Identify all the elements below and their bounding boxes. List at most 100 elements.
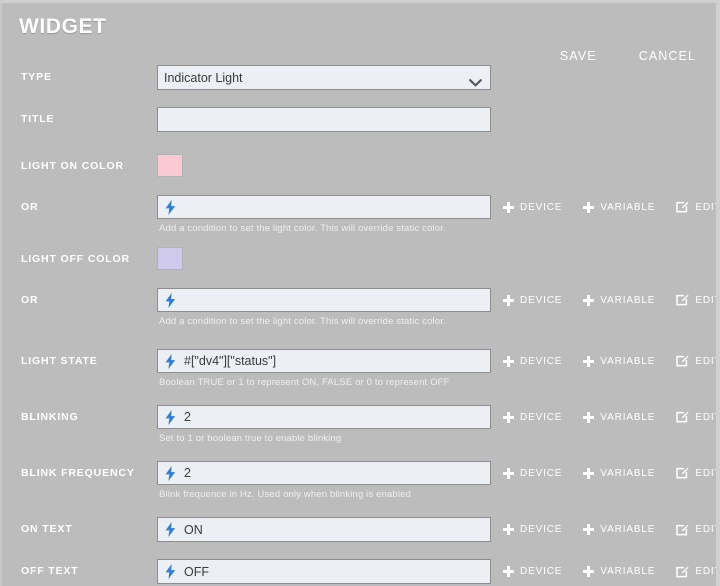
open-editor-label: EDITOR [695,294,716,306]
cancel-button[interactable]: CANCEL [637,47,698,65]
add-device-button[interactable]: DEVICE [503,294,563,306]
open-editor-button[interactable]: EDITOR [676,294,716,306]
or-light-on-input[interactable] [157,195,491,219]
add-variable-button[interactable]: VARIABLE [583,294,656,306]
open-editor-label: EDITOR [695,201,716,213]
row-on-text: ON TEXT ON DEVICE VARIABLE EDI [2,517,716,542]
open-editor-label: EDITOR [695,467,716,479]
open-editor-button[interactable]: EDITOR [676,411,716,423]
light-state-input[interactable]: #["dv4"]["status"] [157,349,491,373]
field-actions-blink-frequency: DEVICE VARIABLE EDITOR [503,467,716,479]
panel-header: WIDGET SAVE CANCEL [2,3,716,63]
page-title: WIDGET [19,15,107,38]
lightning-bolt-icon [164,353,177,369]
blink-frequency-value: 2 [184,466,191,480]
open-editor-label: EDITOR [695,411,716,423]
or-light-off-input[interactable] [157,288,491,312]
off-text-value: OFF [184,564,209,579]
row-label-on-text: ON TEXT [21,523,73,535]
row-field-or-light-off: DEVICE VARIABLE EDITOR [157,288,716,327]
plus-icon [503,294,514,306]
add-variable-label: VARIABLE [600,566,656,577]
lightning-bolt-icon [164,292,177,308]
edit-square-icon [676,355,689,367]
blink-frequency-input[interactable]: 2 [157,461,491,485]
row-type: TYPE Indicator Light [2,65,716,90]
lightning-bolt-icon [164,564,177,579]
open-editor-button[interactable]: EDITOR [676,355,716,367]
open-editor-label: EDITOR [695,355,716,367]
add-variable-button[interactable]: VARIABLE [583,411,656,423]
off-text-input[interactable]: OFF [157,559,491,584]
type-select-value: Indicator Light [164,70,243,85]
blinking-value: 2 [184,410,191,424]
add-device-button[interactable]: DEVICE [503,566,562,577]
open-editor-button[interactable]: EDITOR [676,467,716,479]
row-blink-frequency: BLINK FREQUENCY 2 DEVICE VARIABLE EDI Bl… [2,461,716,500]
row-label-type: TYPE [21,71,52,83]
light-off-color-swatch[interactable] [157,247,183,270]
edit-square-icon [676,201,689,213]
row-field-off-text: OFF DEVICE VARIABLE EDI [157,559,716,584]
plus-icon [583,524,595,535]
blinking-input[interactable]: 2 [157,405,491,429]
plus-icon [503,201,514,213]
row-off-text: OFF TEXT OFF DEVICE VARIABLE EDI [2,559,716,584]
add-device-button[interactable]: DEVICE [503,411,562,423]
row-light-off-color: LIGHT OFF COLOR [2,247,716,271]
add-device-label: DEVICE [520,294,563,306]
type-select[interactable]: Indicator Light [157,65,491,90]
lightning-bolt-icon [164,465,177,481]
field-actions-light-state: DEVICE VARIABLE EDITOR [503,355,716,367]
add-device-button[interactable]: DEVICE [503,524,562,535]
on-text-value: ON [184,522,203,537]
widget-form: TYPE Indicator Light TITLE LIGHT ON COLO… [2,65,716,584]
widget-config-panel: WIDGET SAVE CANCEL TYPE Indicator Light [2,3,716,586]
row-label-off-text: OFF TEXT [21,565,79,577]
add-variable-button[interactable]: VARIABLE [583,355,656,367]
plus-icon [583,411,595,423]
edit-square-icon [676,467,689,479]
row-label-blink-frequency: BLINK FREQUENCY [21,467,135,479]
row-label-light-off-color: LIGHT OFF COLOR [21,253,130,265]
row-light-state: LIGHT STATE #["dv4"]["status"] DEVICE VA… [2,349,716,388]
on-text-input[interactable]: ON [157,517,491,542]
add-device-label: DEVICE [520,355,563,367]
add-device-button[interactable]: DEVICE [503,201,562,213]
title-input[interactable] [157,107,491,132]
helper-blink-frequency: Blink frequence in Hz. Used only when bl… [159,489,411,500]
add-variable-button[interactable]: VARIABLE [583,524,655,535]
add-device-label: DEVICE [520,467,563,479]
add-variable-label: VARIABLE [600,411,656,423]
light-state-value: #["dv4"]["status"] [184,354,277,368]
plus-icon [503,524,514,535]
plus-icon [503,566,514,577]
row-blinking: BLINKING 2 DEVICE VARIABLE EDI Set to 1 … [2,405,716,444]
header-actions: SAVE CANCEL [558,47,698,65]
add-variable-label: VARIABLE [600,294,656,306]
save-button[interactable]: SAVE [558,47,599,65]
plus-icon [583,355,595,367]
plus-icon [583,467,595,479]
field-actions-blinking: DEVICE VARIABLE EDITOR [503,411,716,423]
row-field-title [157,107,716,132]
light-on-color-swatch[interactable] [157,154,183,177]
add-variable-button[interactable]: VARIABLE [583,467,655,479]
add-device-button[interactable]: DEVICE [503,355,563,367]
plus-icon [503,467,514,479]
row-field-type: Indicator Light [157,65,716,90]
helper-light-state: Boolean TRUE or 1 to represent ON, FALSE… [159,377,450,388]
edit-square-icon [676,411,689,423]
plus-icon [503,411,514,423]
open-editor-button[interactable]: EDITOR [676,566,716,578]
add-variable-button[interactable]: VARIABLE [583,201,655,213]
add-device-button[interactable]: DEVICE [503,467,563,479]
plus-icon [583,294,595,306]
row-field-light-state: #["dv4"]["status"] DEVICE VARIABLE EDI B… [157,349,716,388]
row-field-light-on-color [157,154,716,177]
open-editor-button[interactable]: EDITOR [676,524,716,536]
lightning-bolt-icon [164,522,177,537]
add-variable-label: VARIABLE [600,355,656,367]
open-editor-button[interactable]: EDITOR [676,201,716,213]
add-variable-button[interactable]: VARIABLE [583,566,655,577]
